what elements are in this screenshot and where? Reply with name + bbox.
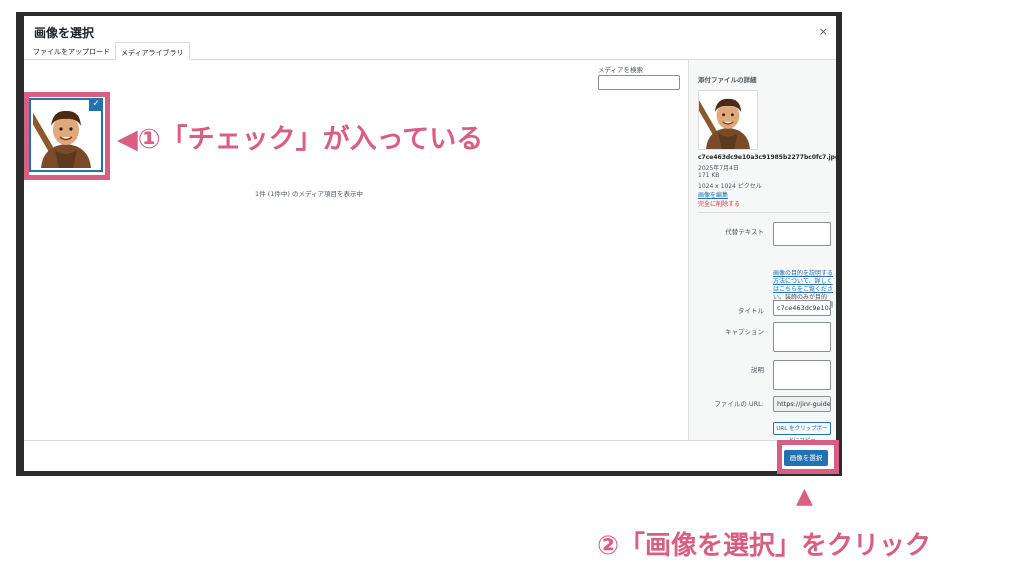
title-field[interactable]: c7ce463dc9e10a3c91985	[773, 300, 831, 316]
delete-permanently-link[interactable]: 完全に削除する	[698, 199, 740, 208]
attachment-filename: c7ce463dc9e10a3c91985b2277bc0fc7.jpg	[698, 154, 840, 161]
attachment-dimensions: 1024 x 1024 ピクセル	[698, 183, 762, 190]
close-icon[interactable]: ×	[819, 25, 828, 38]
attachment-thumbnail	[694, 90, 758, 150]
search-input[interactable]	[598, 75, 680, 90]
attachment-date: 2025年7月4日	[698, 165, 739, 172]
alt-text-label: 代替テキスト	[725, 228, 764, 236]
modal-footer: 画像を選択	[24, 440, 836, 471]
avatar-image	[694, 91, 757, 149]
divider	[698, 212, 830, 213]
tutorial-canvas: 画像を選択 × ファイルをアップロード メディアライブラリ メディアを検索 ✓ …	[0, 0, 1024, 577]
caption-label: キャプション	[725, 328, 764, 336]
annotation-step1: ◀①「チェック」が入っている	[117, 124, 484, 155]
search-label: メディアを検索	[598, 66, 644, 74]
alt-text-field[interactable]	[773, 222, 831, 246]
attachment-size: 171 KB	[698, 172, 720, 179]
modal-tabs: ファイルをアップロード メディアライブラリ	[24, 42, 836, 60]
annotation-step2: ②「画像を選択」をクリック	[597, 531, 932, 561]
attachment-details-heading: 添付ファイルの詳細	[698, 76, 757, 84]
media-modal: 画像を選択 × ファイルをアップロード メディアライブラリ メディアを検索 ✓ …	[24, 16, 840, 471]
file-url-label: ファイルの URL:	[714, 400, 764, 408]
copy-url-button[interactable]: URL をクリップボードにコピー	[773, 422, 831, 444]
highlight-box-select-button	[777, 440, 839, 474]
tab-upload-files[interactable]: ファイルをアップロード	[28, 42, 115, 60]
media-count-text: 1件 (1件中) のメディア項目を表示中	[254, 190, 364, 198]
caption-field[interactable]	[773, 322, 831, 352]
description-field[interactable]	[773, 360, 831, 390]
title-label: タイトル	[738, 307, 764, 315]
edit-image-link[interactable]: 画像を編集	[698, 190, 728, 199]
attachment-details-sidebar: 添付ファイルの詳細 c7ce463dc9e10a3c91985b2277bc0f…	[688, 60, 840, 444]
up-arrow-icon: ▲	[796, 484, 813, 509]
file-url-field[interactable]: https://jinr-guide.com/mili	[773, 396, 831, 412]
modal-title: 画像を選択	[34, 26, 95, 40]
tab-media-library[interactable]: メディアライブラリ	[115, 42, 190, 60]
description-label: 説明	[751, 366, 764, 374]
highlight-box-thumbnail	[24, 92, 110, 180]
